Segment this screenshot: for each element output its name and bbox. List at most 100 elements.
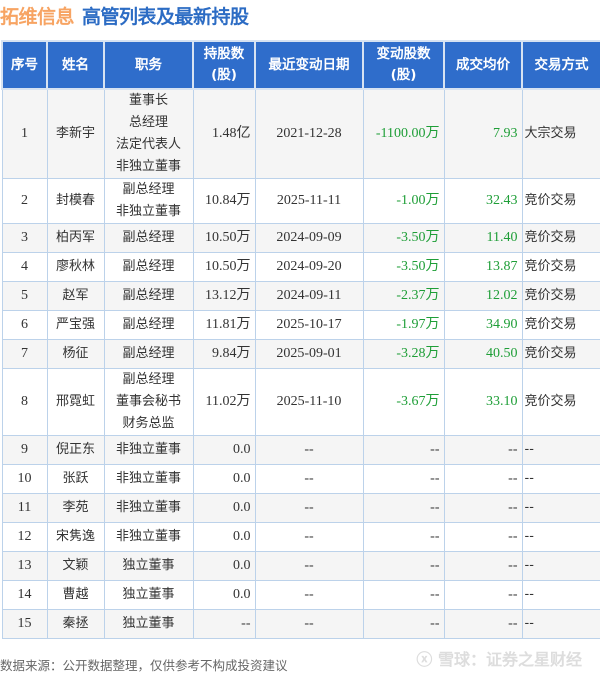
column-header: 姓名 — [46, 40, 105, 90]
roles-cell: 副总经理 — [103, 252, 194, 282]
column-header: 持股数 (股) — [192, 40, 256, 90]
shares-held: 0.0 — [192, 551, 256, 581]
trade-method: 竞价交易 — [521, 368, 600, 436]
row-number: 14 — [1, 580, 48, 610]
shares-held: 10.50万 — [192, 223, 256, 253]
table-row: 5 赵军 副总经理 13.12万 2024-09-11 -2.37万 12.02 竞价交易 — [1, 281, 600, 311]
average-price: 40.50 — [443, 339, 523, 369]
role: 非独立董事 — [115, 204, 181, 219]
roles-cell: 副总经理 — [103, 310, 194, 340]
roles-cell: 董事长 总经理 法定代表人 非独立董事 — [103, 88, 194, 179]
change-date: 2024-09-11 — [254, 281, 364, 311]
role: 非独立董事 — [115, 159, 181, 174]
shares-changed: -1100.00万 — [362, 88, 445, 179]
executive-name: 封模春 — [46, 178, 105, 224]
shares-changed: -- — [362, 522, 445, 552]
change-date: -- — [254, 609, 364, 639]
shares-changed: -- — [362, 493, 445, 523]
executive-name: 李新宇 — [46, 88, 105, 179]
average-price: -- — [443, 609, 523, 639]
row-number: 8 — [1, 368, 48, 436]
row-number: 3 — [1, 223, 48, 253]
role: 董事长 — [128, 93, 168, 108]
executive-name: 秦拯 — [46, 609, 105, 639]
table-row: 11 李苑 非独立董事 0.0 -- -- -- -- — [1, 493, 600, 523]
change-date: -- — [254, 522, 364, 552]
trade-method: -- — [521, 464, 600, 494]
change-date: -- — [254, 580, 364, 610]
executive-name: 张跃 — [46, 464, 105, 494]
row-number: 5 — [1, 281, 48, 311]
column-header: 最近变动日期 — [254, 40, 364, 90]
executive-name: 倪正东 — [46, 435, 105, 465]
change-date: 2021-12-28 — [254, 88, 364, 179]
change-date: -- — [254, 551, 364, 581]
data-source-note: 数据来源：公开数据整理，仅供参考不构成投资建议 — [0, 658, 288, 673]
average-price: 11.40 — [443, 223, 523, 253]
role: 非独立董事 — [115, 471, 181, 486]
shares-changed: -1.00万 — [362, 178, 445, 224]
trade-method: 竞价交易 — [521, 223, 600, 253]
table-row: 4 廖秋林 副总经理 10.50万 2024-09-20 -3.50万 13.87 竞价交易 — [1, 252, 600, 282]
column-header: 变动股数 (股) — [362, 40, 445, 90]
executives-table: 序号 姓名 职务 持股数 (股) 最近变动日期 变动股数 (股) 成交均价 交易方式 1 李新宇… — [1, 40, 600, 639]
roles-cell: 独立董事 — [103, 609, 194, 639]
table-row: 13 文颖 独立董事 0.0 -- -- -- -- — [1, 551, 600, 581]
roles-cell: 副总经理 董事会秘书 财务总监 — [103, 368, 194, 436]
shares-changed: -- — [362, 609, 445, 639]
change-date: -- — [254, 493, 364, 523]
role: 财务总监 — [122, 416, 175, 431]
executive-name: 赵军 — [46, 281, 105, 311]
trade-method: -- — [521, 493, 600, 523]
shares-changed: -3.50万 — [362, 252, 445, 282]
role: 副总经理 — [122, 317, 175, 332]
trade-method: 竞价交易 — [521, 310, 600, 340]
shares-held: 9.84万 — [192, 339, 256, 369]
role: 独立董事 — [122, 587, 175, 602]
role: 独立董事 — [122, 616, 175, 631]
roles-cell: 非独立董事 — [103, 522, 194, 552]
column-header: 职务 — [103, 40, 194, 90]
average-price: 33.10 — [443, 368, 523, 436]
shares-held: 0.0 — [192, 493, 256, 523]
average-price: -- — [443, 464, 523, 494]
shares-changed: -- — [362, 551, 445, 581]
change-date: 2024-09-09 — [254, 223, 364, 253]
role: 副总经理 — [122, 259, 175, 274]
roles-cell: 副总经理 — [103, 223, 194, 253]
row-number: 6 — [1, 310, 48, 340]
roles-cell: 副总经理 — [103, 281, 194, 311]
shares-held: -- — [192, 609, 256, 639]
shares-changed: -- — [362, 464, 445, 494]
executive-name: 严宝强 — [46, 310, 105, 340]
table-row: 12 宋隽逸 非独立董事 0.0 -- -- -- -- — [1, 522, 600, 552]
table-row: 6 严宝强 副总经理 11.81万 2025-10-17 -1.97万 34.90 竞价交易 — [1, 310, 600, 340]
change-date: 2024-09-20 — [254, 252, 364, 282]
roles-cell: 副总经理 非独立董事 — [103, 178, 194, 224]
roles-cell: 副总经理 — [103, 339, 194, 369]
shares-changed: -3.28万 — [362, 339, 445, 369]
row-number: 15 — [1, 609, 48, 639]
table-row: 10 张跃 非独立董事 0.0 -- -- -- -- — [1, 464, 600, 494]
row-number: 12 — [1, 522, 48, 552]
table-row: 15 秦拯 独立董事 -- -- -- -- -- — [1, 609, 600, 639]
trade-method: 竞价交易 — [521, 252, 600, 282]
shares-held: 11.02万 — [192, 368, 256, 436]
column-header: 序号 — [1, 40, 48, 90]
executive-name: 柏丙军 — [46, 223, 105, 253]
row-number: 13 — [1, 551, 48, 581]
page-title: 拓维信息 高管列表及最新持股 — [0, 2, 249, 28]
trade-method: -- — [521, 435, 600, 465]
shares-held: 0.0 — [192, 464, 256, 494]
table-row: 1 李新宇 董事长 总经理 法定代表人 非独立董事 1.48亿 2021-12-28 -1100… — [1, 88, 600, 179]
table-row: 9 倪正东 非独立董事 0.0 -- -- -- -- — [1, 435, 600, 465]
row-number: 4 — [1, 252, 48, 282]
average-price: -- — [443, 580, 523, 610]
change-date: 2025-10-17 — [254, 310, 364, 340]
average-price: -- — [443, 551, 523, 581]
roles-cell: 非独立董事 — [103, 493, 194, 523]
executive-name: 杨征 — [46, 339, 105, 369]
average-price: -- — [443, 493, 523, 523]
shares-changed: -3.67万 — [362, 368, 445, 436]
role: 非独立董事 — [115, 500, 181, 515]
